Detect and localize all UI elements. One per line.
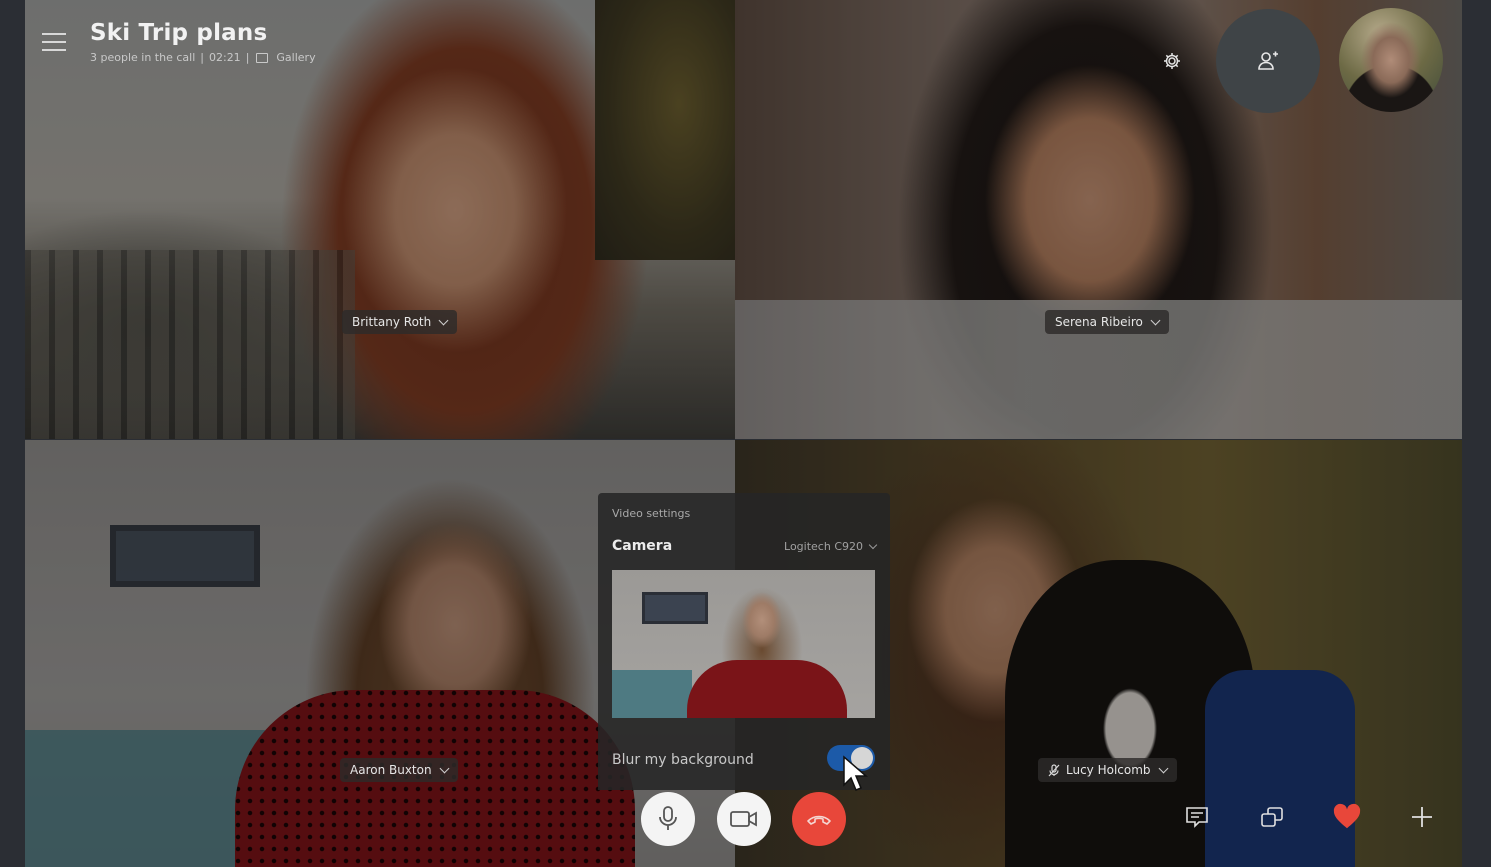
- switch-view-button[interactable]: [1258, 803, 1286, 831]
- chevron-down-icon: [1150, 315, 1161, 325]
- call-subtitle: 3 people in the call | 02:21 | Gallery: [90, 51, 316, 64]
- participant-name-pill[interactable]: Lucy Holcomb: [1038, 758, 1177, 782]
- chat-icon: [1186, 807, 1208, 828]
- blur-background-toggle[interactable]: [827, 745, 875, 771]
- add-person-icon: [1258, 51, 1278, 70]
- react-button[interactable]: [1333, 803, 1361, 831]
- end-call-button[interactable]: [792, 792, 846, 846]
- self-view-avatar[interactable]: [1339, 8, 1443, 112]
- chevron-down-icon: [868, 540, 878, 549]
- video-button[interactable]: [717, 792, 771, 846]
- call-title: Ski Trip plans: [90, 20, 268, 46]
- panel-title: Video settings: [612, 507, 691, 520]
- plus-icon: [1412, 807, 1432, 827]
- background-tree: [595, 0, 735, 260]
- camera-device-dropdown[interactable]: Logitech C920: [784, 540, 878, 553]
- background-railing: [25, 250, 355, 439]
- video-camera-icon: [730, 811, 757, 827]
- wall-picture: [110, 525, 260, 587]
- mute-button[interactable]: [641, 792, 695, 846]
- background-cushion: [25, 730, 265, 867]
- view-mode-label[interactable]: Gallery: [276, 51, 315, 64]
- chat-button[interactable]: [1183, 803, 1211, 831]
- participant-jacket: [1205, 670, 1355, 867]
- add-people-button[interactable]: [1216, 9, 1320, 113]
- blur-background-label: Blur my background: [612, 752, 754, 768]
- participant-name-pill[interactable]: Aaron Buxton: [340, 758, 458, 782]
- gear-icon[interactable]: [1162, 51, 1182, 71]
- heart-icon: [1333, 803, 1361, 829]
- chevron-down-icon: [438, 315, 449, 325]
- chevron-down-icon: [439, 763, 450, 773]
- microphone-icon: [659, 806, 677, 830]
- call-duration: 02:21: [208, 51, 241, 64]
- muted-mic-icon: [1048, 763, 1060, 776]
- video-tile-brittany-roth[interactable]: [25, 0, 735, 439]
- hamburger-menu-icon[interactable]: [42, 33, 66, 53]
- more-button[interactable]: [1408, 803, 1436, 831]
- chevron-down-icon: [1158, 763, 1168, 773]
- participant-name-pill[interactable]: Brittany Roth: [342, 310, 458, 334]
- camera-preview: [612, 570, 875, 718]
- switch-view-icon: [1261, 807, 1283, 827]
- participant-count: 3 people in the call: [90, 51, 196, 64]
- camera-label: Camera: [612, 538, 673, 554]
- participant-name-pill[interactable]: Serena Ribeiro: [1045, 310, 1169, 334]
- video-settings-panel: Video settings Camera Logitech C920 Blur…: [598, 493, 890, 790]
- gallery-icon: [256, 52, 269, 63]
- end-call-icon: [807, 815, 831, 825]
